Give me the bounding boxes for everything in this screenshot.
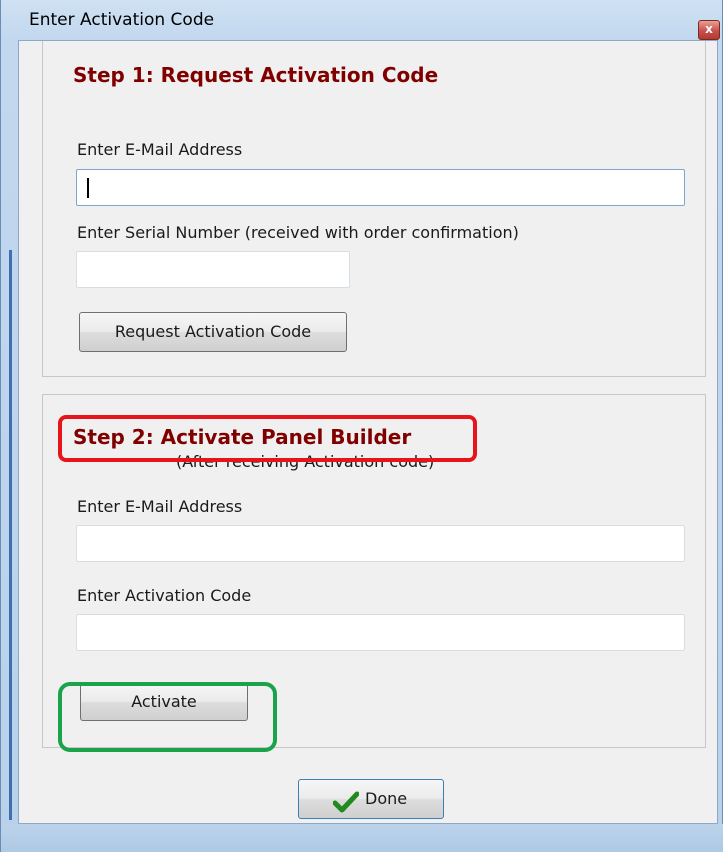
close-button[interactable]: x	[698, 20, 720, 40]
done-button[interactable]: Done	[298, 779, 444, 819]
activation-code-input[interactable]	[76, 614, 685, 651]
dialog-window: Enter Activation Code x Step 1: Request …	[0, 0, 723, 852]
close-icon: x	[705, 22, 713, 36]
step1-group: Step 1: Request Activation Code Enter E-…	[42, 41, 706, 377]
text-caret	[87, 178, 89, 198]
serial-number-input[interactable]	[76, 251, 350, 288]
step2-email-label: Enter E-Mail Address	[77, 497, 243, 516]
activation-code-label: Enter Activation Code	[77, 586, 252, 605]
window-edge-accent	[9, 250, 12, 820]
step2-email-input[interactable]	[76, 525, 685, 562]
step1-email-input[interactable]	[76, 169, 685, 206]
window-bottom-frame	[1, 824, 723, 852]
step2-heading-highlight	[58, 415, 477, 462]
step1-email-label: Enter E-Mail Address	[77, 140, 243, 159]
request-activation-code-button[interactable]: Request Activation Code	[79, 312, 347, 352]
activate-button-highlight	[58, 682, 277, 752]
step1-heading: Step 1: Request Activation Code	[73, 63, 439, 87]
serial-number-label: Enter Serial Number (received with order…	[77, 223, 519, 242]
title-bar[interactable]: Enter Activation Code x	[1, 0, 723, 40]
window-title: Enter Activation Code	[29, 10, 215, 30]
checkmark-icon	[332, 789, 360, 813]
